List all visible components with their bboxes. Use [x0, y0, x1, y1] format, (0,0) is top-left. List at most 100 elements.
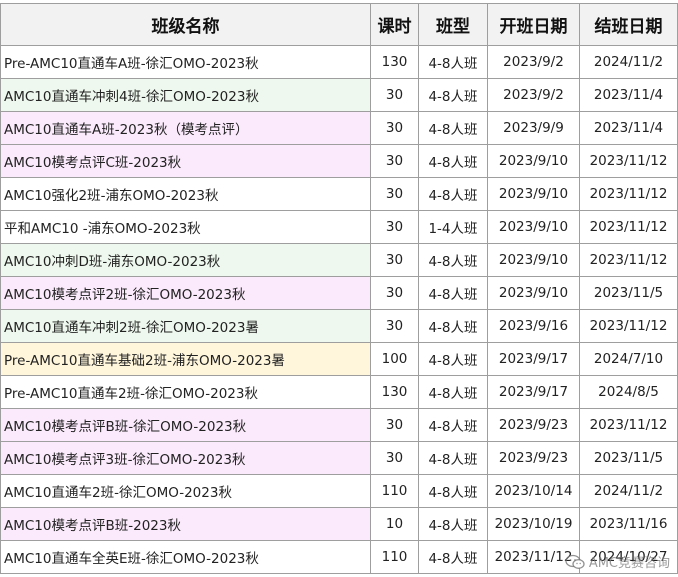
end-date-cell: 2024/7/10 — [579, 342, 678, 376]
start-date-cell: 2023/9/10 — [487, 177, 580, 211]
class-type-cell: 4-8人班 — [418, 375, 488, 409]
start-date-cell: 2023/9/2 — [487, 45, 580, 79]
hours-cell: 100 — [370, 342, 419, 376]
header-end-date: 结班日期 — [579, 3, 678, 46]
class-name-cell: AMC10直通车全英E班-徐汇OMO-2023秋 — [0, 540, 371, 574]
start-date-cell: 2023/9/10 — [487, 144, 580, 178]
table-row: AMC10模考点评B班-2023秋 10 4-8人班 2023/10/19 2023/1… — [0, 507, 678, 541]
end-date-cell: 2023/11/5 — [579, 441, 678, 475]
table-row: AMC10模考点评B班-徐汇OMO-2023秋 30 4-8人班 2023/9/23 2… — [0, 408, 678, 442]
class-type-cell: 4-8人班 — [418, 243, 488, 277]
class-type-cell: 4-8人班 — [418, 177, 488, 211]
table-row: Pre-AMC10直通车A班-徐汇OMO-2023秋 130 4-8人班 2023/9… — [0, 45, 678, 79]
end-date-cell: 2023/11/4 — [579, 78, 678, 112]
hours-cell: 30 — [370, 408, 419, 442]
table-body: Pre-AMC10直通车A班-徐汇OMO-2023秋 130 4-8人班 2023/9… — [0, 45, 678, 574]
start-date-cell: 2023/9/23 — [487, 441, 580, 475]
class-name-cell: Pre-AMC10直通车A班-徐汇OMO-2023秋 — [0, 45, 371, 79]
table-row: AMC10模考点评2班-徐汇OMO-2023秋 30 4-8人班 2023/9/10 2… — [0, 276, 678, 310]
end-date-cell: 2023/11/4 — [579, 111, 678, 145]
table-row: Pre-AMC10直通车基础2班-浦东OMO-2023暑 100 4-8人班 2023… — [0, 342, 678, 376]
class-name-cell: AMC10模考点评B班-徐汇OMO-2023秋 — [0, 408, 371, 442]
class-type-cell: 1-4人班 — [418, 210, 488, 244]
hours-cell: 30 — [370, 243, 419, 277]
class-name-cell: AMC10直通车A班-2023秋（模考点评） — [0, 111, 371, 145]
end-date-cell: 2023/11/12 — [579, 243, 678, 277]
class-type-cell: 4-8人班 — [418, 507, 488, 541]
header-class-name: 班级名称 — [0, 3, 371, 46]
end-date-cell: 2023/11/16 — [579, 507, 678, 541]
table-row: AMC10直通车A班-2023秋（模考点评） 30 4-8人班 2023/9/9 202… — [0, 111, 678, 145]
end-date-cell: 2023/11/5 — [579, 276, 678, 310]
class-type-cell: 4-8人班 — [418, 111, 488, 145]
end-date-cell: 2023/11/12 — [579, 144, 678, 178]
class-type-cell: 4-8人班 — [418, 78, 488, 112]
hours-cell: 30 — [370, 210, 419, 244]
class-type-cell: 4-8人班 — [418, 45, 488, 79]
table-row: AMC10模考点评C班-2023秋 30 4-8人班 2023/9/10 2023/11… — [0, 144, 678, 178]
start-date-cell: 2023/9/23 — [487, 408, 580, 442]
table-row: Pre-AMC10直通车2班-徐汇OMO-2023秋 130 4-8人班 2023/9… — [0, 375, 678, 409]
end-date-cell: 2024/11/2 — [579, 474, 678, 508]
start-date-cell: 2023/9/9 — [487, 111, 580, 145]
header-hours: 课时 — [370, 3, 419, 46]
end-date-cell: 2024/11/2 — [579, 45, 678, 79]
class-schedule-table: 班级名称 课时 班型 开班日期 结班日期 Pre-AMC10直通车A班-徐汇OM… — [0, 3, 678, 574]
hours-cell: 10 — [370, 507, 419, 541]
end-date-cell: 2023/11/12 — [579, 210, 678, 244]
start-date-cell: 2023/10/14 — [487, 474, 580, 508]
hours-cell: 130 — [370, 375, 419, 409]
table-row: AMC10冲刺D班-浦东OMO-2023秋 30 4-8人班 2023/9/10 202… — [0, 243, 678, 277]
class-name-cell: AMC10直通车2班-徐汇OMO-2023秋 — [0, 474, 371, 508]
class-name-cell: AMC10模考点评2班-徐汇OMO-2023秋 — [0, 276, 371, 310]
start-date-cell: 2023/9/2 — [487, 78, 580, 112]
class-name-cell: AMC10直通车冲刺4班-徐汇OMO-2023秋 — [0, 78, 371, 112]
hours-cell: 110 — [370, 474, 419, 508]
hours-cell: 30 — [370, 276, 419, 310]
table-row: AMC10强化2班-浦东OMO-2023秋 30 4-8人班 2023/9/10 202… — [0, 177, 678, 211]
hours-cell: 30 — [370, 441, 419, 475]
end-date-cell: 2023/11/12 — [579, 408, 678, 442]
end-date-cell: 2023/11/12 — [579, 309, 678, 343]
class-type-cell: 4-8人班 — [418, 441, 488, 475]
table-row: AMC10直通车冲刺2班-徐汇OMO-2023暑 30 4-8人班 2023/9/16… — [0, 309, 678, 343]
class-name-cell: AMC10冲刺D班-浦东OMO-2023秋 — [0, 243, 371, 277]
hours-cell: 110 — [370, 540, 419, 574]
class-name-cell: AMC10直通车冲刺2班-徐汇OMO-2023暑 — [0, 309, 371, 343]
class-type-cell: 4-8人班 — [418, 144, 488, 178]
start-date-cell: 2023/9/10 — [487, 276, 580, 310]
table-header-row: 班级名称 课时 班型 开班日期 结班日期 — [0, 3, 678, 46]
class-name-cell: Pre-AMC10直通车基础2班-浦东OMO-2023暑 — [0, 342, 371, 376]
hours-cell: 30 — [370, 309, 419, 343]
class-type-cell: 4-8人班 — [418, 342, 488, 376]
class-type-cell: 4-8人班 — [418, 309, 488, 343]
header-start-date: 开班日期 — [487, 3, 580, 46]
class-type-cell: 4-8人班 — [418, 276, 488, 310]
start-date-cell: 2023/9/10 — [487, 243, 580, 277]
table-row: AMC10直通车2班-徐汇OMO-2023秋 110 4-8人班 2023/10/14… — [0, 474, 678, 508]
class-name-cell: AMC10强化2班-浦东OMO-2023秋 — [0, 177, 371, 211]
table-row: AMC10直通车全英E班-徐汇OMO-2023秋 110 4-8人班 2023/11/… — [0, 540, 678, 574]
hours-cell: 30 — [370, 78, 419, 112]
class-name-cell: Pre-AMC10直通车2班-徐汇OMO-2023秋 — [0, 375, 371, 409]
class-type-cell: 4-8人班 — [418, 474, 488, 508]
end-date-cell: 2024/8/5 — [579, 375, 678, 409]
start-date-cell: 2023/9/17 — [487, 342, 580, 376]
table-row: AMC10模考点评3班-徐汇OMO-2023秋 30 4-8人班 2023/9/23 2… — [0, 441, 678, 475]
class-name-cell: 平和AMC10 -浦东OMO-2023秋 — [0, 210, 371, 244]
hours-cell: 30 — [370, 144, 419, 178]
hours-cell: 30 — [370, 111, 419, 145]
class-name-cell: AMC10模考点评3班-徐汇OMO-2023秋 — [0, 441, 371, 475]
class-name-cell: AMC10模考点评B班-2023秋 — [0, 507, 371, 541]
start-date-cell: 2023/11/12 — [487, 540, 580, 574]
end-date-cell: 2024/10/27 — [579, 540, 678, 574]
header-class-type: 班型 — [418, 3, 488, 46]
start-date-cell: 2023/9/16 — [487, 309, 580, 343]
table-row: AMC10直通车冲刺4班-徐汇OMO-2023秋 30 4-8人班 2023/9/2 2… — [0, 78, 678, 112]
class-type-cell: 4-8人班 — [418, 408, 488, 442]
table-row: 平和AMC10 -浦东OMO-2023秋 30 1-4人班 2023/9/10 2023… — [0, 210, 678, 244]
class-type-cell: 4-8人班 — [418, 540, 488, 574]
start-date-cell: 2023/9/17 — [487, 375, 580, 409]
class-name-cell: AMC10模考点评C班-2023秋 — [0, 144, 371, 178]
start-date-cell: 2023/9/10 — [487, 210, 580, 244]
